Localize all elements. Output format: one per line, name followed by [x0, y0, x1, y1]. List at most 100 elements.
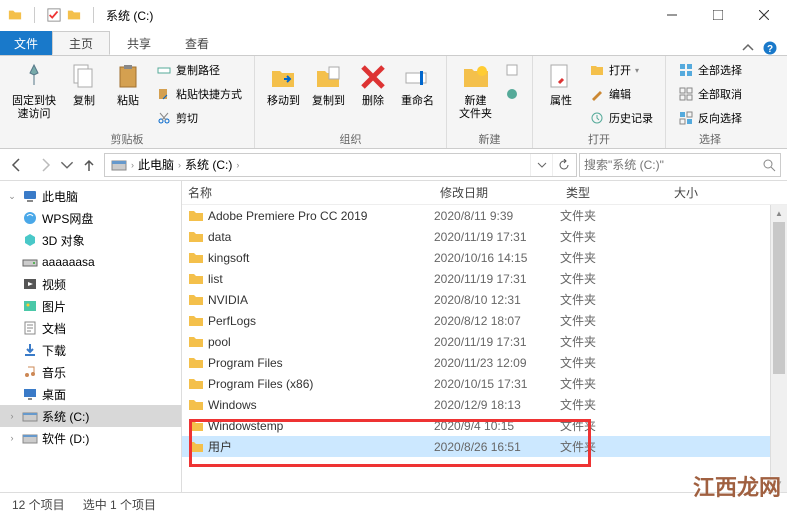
sidebar-item-disk[interactable]: ›系统 (C:)	[0, 405, 181, 427]
breadcrumb-drive[interactable]: 系统 (C:)	[181, 154, 236, 176]
breadcrumb-pc[interactable]: 此电脑	[134, 154, 178, 176]
copy-path-button[interactable]: 复制路径	[154, 59, 244, 81]
disk-icon	[22, 408, 38, 424]
sidebar-item-music[interactable]: 音乐	[0, 361, 181, 383]
new-folder-button[interactable]: 新建 文件夹	[453, 59, 498, 129]
ribbon-group-organize: 移动到 复制到 删除 重命名 组织	[255, 56, 447, 148]
folder-icon	[188, 439, 204, 455]
file-date: 2020/8/26 16:51	[434, 440, 560, 454]
refresh-button[interactable]	[552, 154, 574, 176]
tab-share[interactable]: 共享	[110, 31, 168, 55]
help-icon[interactable]: ?	[763, 41, 777, 55]
move-to-button[interactable]: 移动到	[261, 59, 306, 129]
table-row[interactable]: PerfLogs2020/8/12 18:07文件夹	[182, 310, 770, 331]
close-button[interactable]	[741, 0, 787, 30]
sidebar-item-disk[interactable]: ›软件 (D:)	[0, 427, 181, 449]
folder-icon	[188, 271, 204, 287]
forward-button[interactable]	[32, 152, 58, 178]
scrollbar[interactable]: ▲ ▼	[770, 205, 787, 492]
tab-home[interactable]: 主页	[52, 31, 110, 55]
folder-icon	[188, 229, 204, 245]
paste-shortcut-button[interactable]: 粘贴快捷方式	[154, 83, 244, 105]
sidebar-item-label: 图片	[42, 298, 66, 315]
table-row[interactable]: data2020/11/19 17:31文件夹	[182, 226, 770, 247]
column-type[interactable]: 类型	[560, 184, 668, 201]
search-box[interactable]	[579, 153, 781, 177]
table-row[interactable]: kingsoft 2020/10/16 14:15文件夹	[182, 247, 770, 268]
delete-button[interactable]: 删除	[351, 59, 395, 129]
cut-button[interactable]: 剪切	[154, 107, 244, 129]
tab-file[interactable]: 文件	[0, 31, 52, 55]
copy-to-button[interactable]: 复制到	[306, 59, 351, 129]
column-date[interactable]: 修改日期	[434, 184, 560, 201]
folder-icon	[188, 313, 204, 329]
properties-button[interactable]: 属性	[539, 59, 583, 129]
paste-button[interactable]: 粘贴	[106, 59, 150, 129]
back-button[interactable]	[4, 152, 30, 178]
table-row[interactable]: NVIDIA2020/8/10 12:31文件夹	[182, 289, 770, 310]
column-name[interactable]: 名称	[182, 184, 434, 201]
pin-to-quick-access-button[interactable]: 固定到快 速访问	[6, 59, 62, 129]
table-row[interactable]: 用户2020/8/26 16:51文件夹	[182, 436, 770, 457]
desktop-icon	[22, 386, 38, 402]
table-row[interactable]: Program Files2020/11/23 12:09文件夹	[182, 352, 770, 373]
file-type: 文件夹	[560, 249, 668, 266]
up-button[interactable]	[76, 152, 102, 178]
file-name: NVIDIA	[208, 293, 248, 307]
minimize-button[interactable]	[649, 0, 695, 30]
history-button[interactable]: 历史记录	[587, 107, 655, 129]
navigation-pane[interactable]: ⌄此电脑WPS网盘3D 对象aaaaaasa视频图片文档下载音乐桌面 ›系统 (C…	[0, 181, 182, 492]
sidebar-item-download[interactable]: 下载	[0, 339, 181, 361]
folder-icon[interactable]	[67, 8, 81, 22]
address-dropdown-button[interactable]	[530, 154, 552, 176]
sidebar-item-drive[interactable]: aaaaaasa	[0, 251, 181, 273]
select-none-button[interactable]: 全部取消	[676, 83, 744, 105]
file-type: 文件夹	[560, 396, 668, 413]
file-list[interactable]: Adobe Premiere Pro CC 20192020/8/11 9:39…	[182, 205, 770, 492]
sidebar-item-label: 桌面	[42, 386, 66, 403]
easy-access-button[interactable]	[502, 83, 522, 105]
file-type: 文件夹	[560, 312, 668, 329]
sidebar-item-pictures[interactable]: 图片	[0, 295, 181, 317]
file-type: 文件夹	[560, 333, 668, 350]
new-item-button[interactable]	[502, 59, 522, 81]
divider	[34, 7, 35, 23]
address-bar[interactable]: › 此电脑 › 系统 (C:) ›	[104, 153, 577, 177]
sidebar-item-wps[interactable]: WPS网盘	[0, 207, 181, 229]
tab-view[interactable]: 查看	[168, 31, 226, 55]
copy-button[interactable]: 复制	[62, 59, 106, 129]
file-name: Program Files	[208, 356, 283, 370]
sidebar-item-video[interactable]: 视频	[0, 273, 181, 295]
file-type: 文件夹	[560, 438, 668, 455]
table-row[interactable]: pool2020/11/19 17:31文件夹	[182, 331, 770, 352]
invert-selection-button[interactable]: 反向选择	[676, 107, 744, 129]
sidebar-item-docs[interactable]: 文档	[0, 317, 181, 339]
file-type: 文件夹	[560, 207, 668, 224]
table-row[interactable]: Program Files (x86)2020/10/15 17:31文件夹	[182, 373, 770, 394]
chevron-up-icon[interactable]	[741, 41, 755, 55]
file-name: pool	[208, 335, 231, 349]
open-button[interactable]: 打开▾	[587, 59, 655, 81]
sidebar-item-desktop[interactable]: 桌面	[0, 383, 181, 405]
table-row[interactable]: Windowstemp2020/9/4 10:15文件夹	[182, 415, 770, 436]
maximize-button[interactable]	[695, 0, 741, 30]
sidebar-item-pc[interactable]: ⌄此电脑	[0, 185, 181, 207]
drive-icon	[22, 254, 38, 270]
recent-locations-button[interactable]	[60, 152, 74, 178]
sidebar-item-3d[interactable]: 3D 对象	[0, 229, 181, 251]
table-row[interactable]: Windows2020/12/9 18:13文件夹	[182, 394, 770, 415]
edit-button[interactable]: 编辑	[587, 83, 655, 105]
checkbox-icon[interactable]	[47, 8, 61, 22]
search-input[interactable]	[584, 158, 762, 172]
file-type: 文件夹	[560, 228, 668, 245]
scroll-thumb[interactable]	[773, 222, 785, 374]
table-row[interactable]: list2020/11/19 17:31文件夹	[182, 268, 770, 289]
table-row[interactable]: Adobe Premiere Pro CC 20192020/8/11 9:39…	[182, 205, 770, 226]
folder-icon	[8, 8, 22, 22]
file-date: 2020/10/16 14:15	[434, 251, 560, 265]
column-size[interactable]: 大小	[668, 184, 787, 201]
file-name: kingsoft	[208, 251, 249, 265]
select-all-button[interactable]: 全部选择	[676, 59, 744, 81]
scroll-up-button[interactable]: ▲	[771, 205, 787, 222]
rename-button[interactable]: 重命名	[395, 59, 440, 129]
